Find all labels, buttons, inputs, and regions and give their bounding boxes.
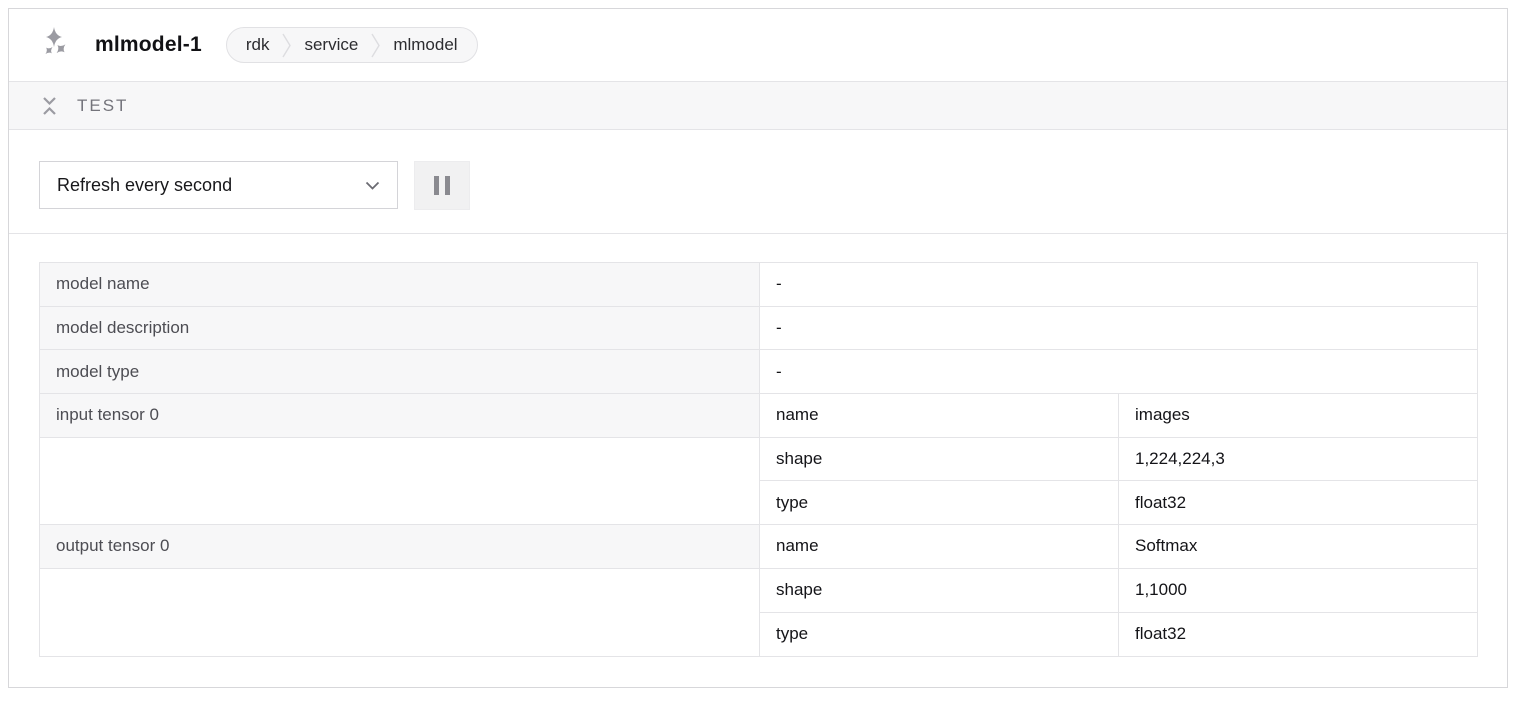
refresh-interval-value: Refresh every second (57, 175, 232, 196)
test-panel-body: model name - model description - model t… (9, 234, 1507, 657)
breadcrumb: rdk service mlmodel (226, 27, 478, 63)
mlmodel-service-card: mlmodel-1 rdk service mlmodel TEST Refre… (8, 8, 1508, 688)
test-controls: Refresh every second (9, 130, 1507, 234)
breadcrumb-item-rdk: rdk (246, 35, 270, 55)
tensor-field-value: 1,1000 (1119, 569, 1477, 613)
table-row-label: model name (40, 263, 760, 307)
pause-icon (434, 176, 450, 195)
test-section-label: TEST (77, 96, 128, 116)
table-row-label-spacer (40, 569, 760, 656)
card-header: mlmodel-1 rdk service mlmodel (9, 9, 1507, 82)
test-section-bar: TEST (9, 82, 1507, 130)
sparkles-icon (39, 26, 73, 65)
collapse-chevrons-icon[interactable] (39, 93, 59, 119)
table-row-label: model type (40, 350, 760, 394)
table-row-label-spacer (40, 438, 760, 525)
table-row-value: - (760, 307, 1477, 351)
table-row-label: output tensor 0 (40, 525, 760, 569)
table-row-label: model description (40, 307, 760, 351)
breadcrumb-item-mlmodel: mlmodel (393, 35, 457, 55)
tensor-field-key: type (760, 613, 1119, 657)
tensor-field-value: 1,224,224,3 (1119, 438, 1477, 482)
breadcrumb-item-service: service (304, 35, 358, 55)
tensor-field-value: images (1119, 394, 1477, 438)
page-title: mlmodel-1 (95, 33, 202, 57)
pause-refresh-button[interactable] (414, 161, 470, 210)
tensor-field-key: name (760, 394, 1119, 438)
tensor-field-key: type (760, 481, 1119, 525)
chevron-down-icon (365, 181, 380, 190)
tensor-field-key: shape (760, 569, 1119, 613)
table-row-label: input tensor 0 (40, 394, 760, 438)
refresh-interval-select[interactable]: Refresh every second (39, 161, 398, 209)
tensor-field-key: name (760, 525, 1119, 569)
chevron-right-icon (371, 32, 380, 59)
tensor-field-value: float32 (1119, 613, 1477, 657)
table-row-value: - (760, 263, 1477, 307)
tensor-field-value: Softmax (1119, 525, 1477, 569)
table-row-value: - (760, 350, 1477, 394)
tensor-field-value: float32 (1119, 481, 1477, 525)
chevron-right-icon (282, 32, 291, 59)
tensor-field-key: shape (760, 438, 1119, 482)
model-metadata-table: model name - model description - model t… (39, 262, 1478, 657)
